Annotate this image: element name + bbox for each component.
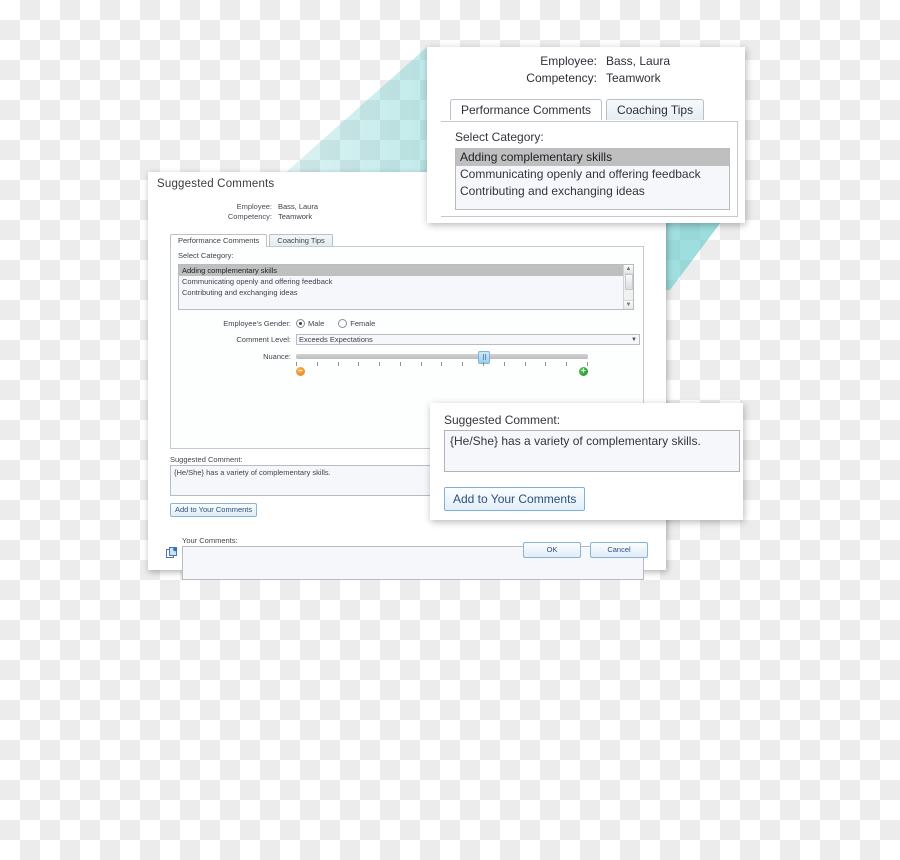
callout-bottom-magnifier: Suggested Comment: {He/She} has a variet… [430, 403, 743, 520]
scroll-up-icon[interactable]: ▲ [624, 265, 633, 274]
callout-suggested-comment-textarea[interactable]: {He/She} has a variety of complementary … [444, 430, 740, 472]
list-item[interactable]: Communicating openly and offering feedba… [179, 276, 633, 287]
radio-male[interactable] [296, 319, 305, 328]
callout-employee-label: Employee: [540, 54, 597, 68]
callout-category-listbox[interactable]: Adding complementary skills Communicatin… [455, 148, 730, 210]
cancel-button[interactable]: Cancel [590, 541, 648, 558]
tabstrip: Performance Comments Coaching Tips [170, 232, 335, 247]
competency-label: Competency: [227, 212, 272, 221]
gender-row: Employee's Gender: Male Female [171, 319, 389, 328]
suggested-comment-label: Suggested Comment: [170, 455, 243, 464]
callout-tabstrip: Performance Comments Coaching Tips [450, 99, 708, 120]
gender-label: Employee's Gender: [223, 319, 291, 328]
employee-value: Bass, Laura [278, 202, 319, 211]
list-item[interactable]: Adding complementary skills [456, 149, 729, 166]
scroll-down-icon[interactable]: ▼ [624, 300, 633, 309]
category-listbox[interactable]: Adding complementary skills Communicatin… [178, 264, 634, 310]
plus-glyph: + [581, 365, 586, 375]
listbox-scrollbar[interactable]: ▲ ▼ [623, 265, 633, 309]
radio-female-label: Female [350, 319, 376, 328]
dialog-footer: OK Cancel [523, 541, 648, 558]
chevron-down-icon: ▼ [631, 336, 637, 343]
select-category-label: Select Category: [178, 251, 234, 260]
slider-ticks [296, 362, 588, 366]
competency-value: Teamwork [278, 212, 313, 221]
nuance-slider[interactable]: − + [296, 351, 588, 376]
callout-select-category-label: Select Category: [455, 130, 544, 144]
callout-tab-coaching-tips[interactable]: Coaching Tips [606, 99, 705, 120]
callout-tab-performance-comments[interactable]: Performance Comments [450, 99, 603, 120]
copy-icon[interactable] [166, 546, 178, 558]
add-to-your-comments-button[interactable]: Add to Your Comments [170, 503, 258, 518]
callout-add-to-your-comments-button[interactable]: Add to Your Comments [444, 487, 586, 511]
tab-coaching-tips[interactable]: Coaching Tips [269, 233, 333, 247]
radio-male-label: Male [308, 319, 325, 328]
your-comments-label: Your Comments: [182, 536, 238, 545]
scrollbar-thumb[interactable] [625, 274, 633, 290]
comment-level-label: Comment Level: [236, 335, 291, 344]
comment-level-select[interactable]: Exceeds Expectations ▼ [296, 334, 640, 345]
callout-suggested-comment-label: Suggested Comment: [444, 413, 561, 427]
minus-glyph: − [298, 365, 303, 375]
callout-employee-value: Bass, Laura [606, 54, 671, 68]
callout-competency-label: Competency: [526, 71, 597, 85]
list-item[interactable]: Adding complementary skills [179, 265, 633, 276]
ok-button[interactable]: OK [523, 541, 581, 558]
nuance-decrease-icon[interactable]: − [296, 365, 305, 376]
callout-top-magnifier: Employee: Bass, Laura Competency: Teamwo… [427, 47, 745, 223]
list-item[interactable]: Communicating openly and offering feedba… [456, 166, 729, 183]
window-title: Suggested Comments [157, 178, 275, 190]
list-item[interactable]: Contributing and exchanging ideas [456, 183, 729, 200]
employee-label: Employee: [236, 202, 272, 211]
slider-track[interactable] [296, 354, 588, 359]
callout-row-employee: Employee: Bass, Laura [427, 54, 717, 68]
callout-competency-value: Teamwork [606, 71, 661, 85]
callout-row-competency: Competency: Teamwork [427, 71, 717, 85]
nuance-increase-icon[interactable]: + [579, 365, 588, 376]
radio-female[interactable] [338, 319, 348, 328]
callout-panel: Select Category: Adding complementary sk… [441, 121, 738, 217]
comment-level-row: Comment Level: Exceeds Expectations ▼ [171, 334, 640, 345]
comment-level-value: Exceeds Expectations [299, 334, 373, 344]
list-item[interactable]: Contributing and exchanging ideas [179, 287, 633, 298]
callout-top-header: Employee: Bass, Laura Competency: Teamwo… [427, 54, 717, 88]
tab-performance-comments[interactable]: Performance Comments [170, 233, 268, 247]
nuance-label: Nuance: [263, 352, 291, 361]
nuance-row: Nuance: − + [171, 351, 588, 376]
